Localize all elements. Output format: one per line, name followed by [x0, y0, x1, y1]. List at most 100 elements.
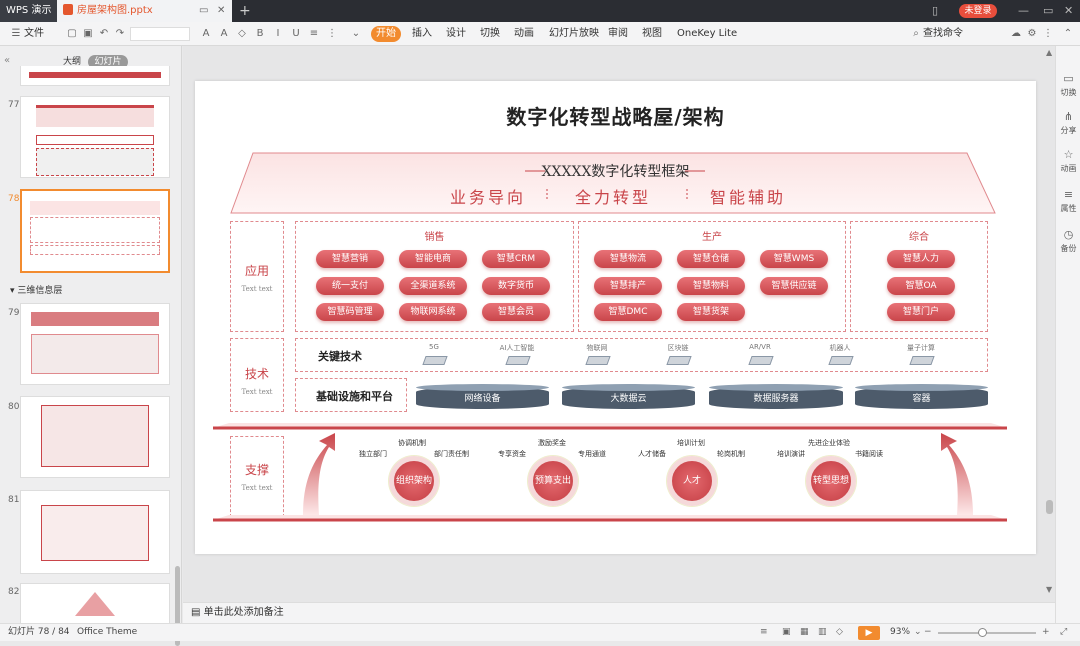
- presenter-icon[interactable]: ◇: [836, 624, 843, 641]
- slide-thumbnail-76[interactable]: [20, 66, 170, 86]
- tech-name[interactable]: 区块链: [643, 343, 713, 353]
- tech-name[interactable]: AR/VR: [725, 343, 795, 351]
- save-icon[interactable]: ▣: [82, 28, 94, 40]
- slide-thumbnail-77[interactable]: [20, 96, 170, 178]
- slide-thumbnail-78-selected[interactable]: [20, 189, 170, 273]
- dropdown-icon[interactable]: ⌄: [350, 28, 362, 40]
- share-panel-button[interactable]: ⋔ 分享: [1056, 110, 1080, 136]
- redo-icon[interactable]: ↷: [114, 28, 126, 40]
- pill[interactable]: 智慧码管理: [316, 303, 384, 321]
- bold-icon[interactable]: B: [254, 28, 266, 40]
- pill[interactable]: 智慧仓储: [677, 250, 745, 268]
- pill[interactable]: 智慧人力: [887, 250, 955, 268]
- align-icon[interactable]: ≡: [308, 28, 320, 40]
- slide-thumbnail-81[interactable]: [20, 490, 170, 574]
- clear-format-icon[interactable]: ◇: [236, 28, 248, 40]
- slide[interactable]: 数字化转型战略屋/架构 XXXXX数字化转型框架 业务导向 全力转型 智能辅助 …: [195, 81, 1036, 554]
- slide-title[interactable]: 数字化转型战略屋/架构: [195, 101, 1036, 130]
- tab-view[interactable]: 视图: [642, 22, 662, 46]
- pill[interactable]: 智慧物料: [677, 277, 745, 295]
- roof-sub-transform[interactable]: 全力转型: [575, 184, 651, 208]
- pill[interactable]: 物联网系统: [399, 303, 467, 321]
- tab-onekey-lite[interactable]: OneKey Lite: [677, 22, 737, 46]
- pill[interactable]: 数字货币: [482, 277, 550, 295]
- pill[interactable]: 智慧供应链: [760, 277, 828, 295]
- font-size-up-icon[interactable]: A: [200, 28, 212, 40]
- infra-drum[interactable]: 网络设备: [416, 384, 549, 409]
- pill[interactable]: 智慧物流: [594, 250, 662, 268]
- italic-icon[interactable]: I: [272, 28, 284, 40]
- tech-name[interactable]: AI人工智能: [482, 343, 552, 353]
- zoom-slider[interactable]: [938, 632, 1036, 634]
- notes-area[interactable]: ▤ 单击此处添加备注: [183, 602, 1055, 623]
- sales-title[interactable]: 销售: [296, 228, 573, 243]
- row-label-tech[interactable]: 技术 Text text: [230, 338, 284, 412]
- roof-title[interactable]: XXXXX数字化转型框架: [195, 161, 1036, 181]
- maximize-icon[interactable]: ▭: [1043, 0, 1053, 22]
- pill[interactable]: 智慧DMC: [594, 303, 662, 321]
- support-circle[interactable]: 人才: [667, 456, 717, 506]
- support-circle[interactable]: 组织架构: [389, 456, 439, 506]
- support-circle[interactable]: 预算支出: [528, 456, 578, 506]
- cloud-icon[interactable]: ☁: [1010, 28, 1022, 40]
- slide-thumbnail-79[interactable]: [20, 303, 170, 385]
- animation-panel-button[interactable]: ☆ 动画: [1056, 148, 1080, 174]
- more-icon[interactable]: ⋮: [1042, 28, 1054, 40]
- tab-start[interactable]: 开始: [371, 26, 401, 42]
- zoom-dropdown-icon[interactable]: ⌄: [914, 624, 922, 641]
- font-box[interactable]: [130, 27, 190, 41]
- open-icon[interactable]: ▢: [66, 28, 78, 40]
- restore-icon[interactable]: ▭: [199, 0, 208, 22]
- tab-design[interactable]: 设计: [446, 22, 466, 46]
- new-tab-icon[interactable]: +: [239, 0, 251, 22]
- close-window-icon[interactable]: ✕: [1064, 0, 1073, 22]
- play-slideshow-button[interactable]: ▶: [858, 626, 880, 640]
- file-menu[interactable]: 文件: [24, 22, 44, 46]
- login-button[interactable]: 未登录: [959, 4, 997, 18]
- pill[interactable]: 智慧会员: [482, 303, 550, 321]
- minimize-icon[interactable]: —: [1018, 0, 1029, 22]
- tab-transition[interactable]: 切换: [480, 22, 500, 46]
- pill[interactable]: 智能电商: [399, 250, 467, 268]
- tech-name[interactable]: 5G: [399, 343, 469, 351]
- tab-review[interactable]: 审阅: [608, 22, 628, 46]
- infra-drum[interactable]: 大数据云: [562, 384, 695, 409]
- document-tab[interactable]: 房屋架构图.pptx ▭ ✕: [57, 0, 232, 22]
- pill[interactable]: 智慧营销: [316, 250, 384, 268]
- fit-window-icon[interactable]: ⤢: [1060, 624, 1067, 641]
- font-size-down-icon[interactable]: A: [218, 28, 230, 40]
- zoom-level[interactable]: 93%: [890, 624, 910, 641]
- pill[interactable]: 智慧OA: [887, 277, 955, 295]
- undo-icon[interactable]: ↶: [98, 28, 110, 40]
- general-title[interactable]: 综合: [851, 228, 987, 243]
- slide-thumbnail-80[interactable]: [20, 396, 170, 478]
- pill[interactable]: 智慧门户: [887, 303, 955, 321]
- app-tab[interactable]: WPS 演示: [0, 0, 57, 22]
- tech-name[interactable]: 量子计算: [886, 343, 956, 353]
- slide-sorter-icon[interactable]: ▦: [800, 624, 809, 641]
- pill[interactable]: 全渠道系统: [399, 277, 467, 295]
- backup-panel-button[interactable]: ◷ 备份: [1056, 228, 1080, 254]
- tech-name[interactable]: 物联网: [562, 343, 632, 353]
- settings-icon[interactable]: ⚙: [1026, 28, 1038, 40]
- zoom-out-icon[interactable]: −: [924, 624, 932, 641]
- roof-sub-smart[interactable]: 智能辅助: [710, 184, 786, 208]
- support-circle[interactable]: 转型思想: [806, 456, 856, 506]
- command-search[interactable]: 查找命令: [923, 22, 963, 46]
- notes-toggle-icon[interactable]: ≡: [760, 624, 768, 641]
- properties-panel-button[interactable]: ≡ 属性: [1056, 188, 1080, 214]
- collapse-panel-icon[interactable]: «: [4, 55, 10, 66]
- slide-thumbnail-82[interactable]: [20, 583, 170, 623]
- canvas-scrollbar[interactable]: [1046, 500, 1053, 514]
- pill[interactable]: 智慧排产: [594, 277, 662, 295]
- list-icon[interactable]: ⋮: [326, 28, 338, 40]
- tablet-icon[interactable]: ▯: [932, 0, 938, 22]
- collapse-ribbon-icon[interactable]: ⌃: [1062, 28, 1074, 40]
- normal-view-icon[interactable]: ▣: [782, 624, 791, 641]
- zoom-slider-handle[interactable]: [978, 628, 987, 637]
- pill[interactable]: 智慧WMS: [760, 250, 828, 268]
- pill[interactable]: 统一支付: [316, 277, 384, 295]
- menu-icon[interactable]: ☰: [10, 28, 22, 40]
- infra-drum[interactable]: 容器: [855, 384, 988, 409]
- infra-label[interactable]: 基础设施和平台: [316, 388, 393, 404]
